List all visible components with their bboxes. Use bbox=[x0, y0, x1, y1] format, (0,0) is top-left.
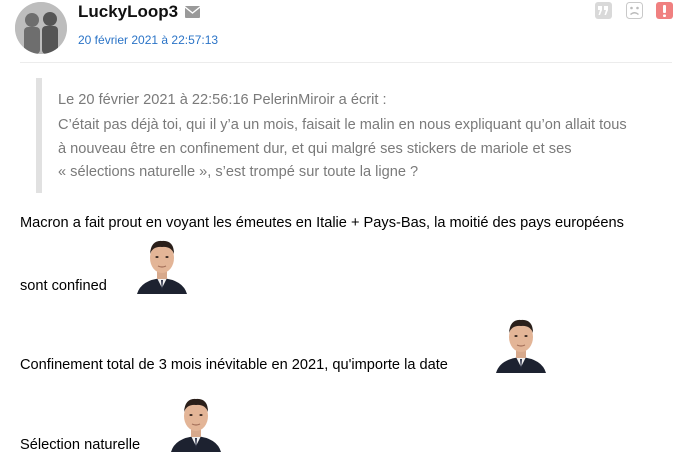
message-line: Sélection naturelle bbox=[20, 437, 141, 453]
avatar[interactable] bbox=[15, 2, 67, 54]
post-date-link[interactable]: 20 février 2021 à 22:57:13 bbox=[78, 33, 218, 47]
sticker-image bbox=[167, 394, 225, 452]
header-divider bbox=[20, 62, 672, 63]
portrait-sticker-icon bbox=[171, 398, 221, 452]
sticker-image bbox=[492, 315, 550, 373]
sad-face-icon bbox=[626, 2, 643, 19]
message-line: Macron a fait prout en voyant les émeute… bbox=[20, 215, 624, 231]
quote-text-line: C’était pas déjà toi, qui il y’a un mois… bbox=[58, 117, 627, 133]
avatar-silhouettes-icon bbox=[15, 2, 67, 54]
username[interactable]: LuckyLoop3 bbox=[78, 2, 178, 22]
quote-icon bbox=[598, 6, 608, 15]
quote-text-line: à nouveau être en confinement dur, et qu… bbox=[58, 141, 572, 157]
quote-button[interactable] bbox=[595, 2, 612, 19]
portrait-sticker-icon bbox=[137, 240, 187, 294]
portrait-sticker-icon bbox=[496, 319, 546, 373]
quote-text-line: « sélections naturelle », s’est trompé s… bbox=[58, 164, 419, 180]
message-line: sont confined bbox=[20, 278, 107, 294]
report-button[interactable] bbox=[656, 2, 673, 19]
quoted-message: Le 20 février 2021 à 22:56:16 PelerinMir… bbox=[36, 78, 668, 193]
post-header: LuckyLoop3 20 février 2021 à 22:57:13 bbox=[0, 0, 681, 56]
alert-icon bbox=[663, 4, 666, 17]
message-line: Confinement total de 3 mois inévitable e… bbox=[20, 357, 448, 373]
quote-attribution: Le 20 février 2021 à 22:56:16 PelerinMir… bbox=[58, 92, 387, 108]
mail-icon[interactable] bbox=[185, 6, 200, 18]
sticker-image bbox=[133, 236, 191, 294]
sad-face-button[interactable] bbox=[626, 2, 643, 19]
